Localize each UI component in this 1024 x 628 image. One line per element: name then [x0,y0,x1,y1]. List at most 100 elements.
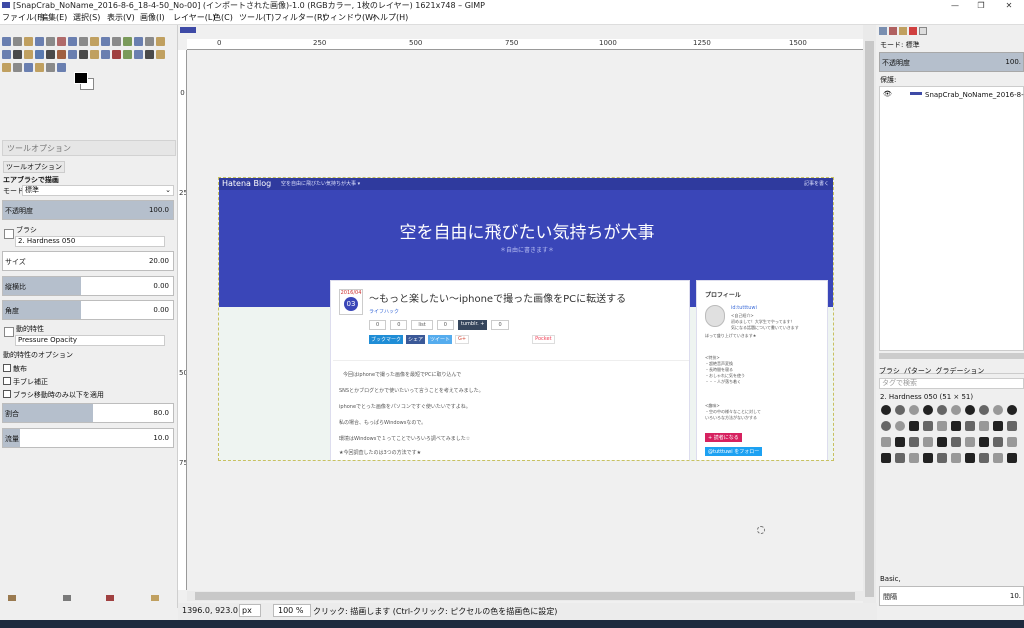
dynamics-field[interactable]: Pressure Opacity [15,335,165,346]
tool-icon-2-4[interactable] [35,50,44,59]
size-slider[interactable]: サイズ 20.00 [2,251,174,271]
canvas-horizontal-scrollbar[interactable] [187,591,863,601]
brush-thumbnail[interactable] [979,421,989,431]
tab-paths-icon[interactable] [899,27,907,35]
brush-thumbnail[interactable] [1007,421,1017,431]
smooth-stroke-checkbox[interactable]: 手ブレ補正 [3,377,48,387]
tool-icon-3-6[interactable] [57,63,66,72]
tool-icon-1-3[interactable] [24,37,33,46]
tab-undo-icon[interactable] [909,27,917,35]
minimize-button[interactable]: — [942,0,968,11]
maximize-button[interactable]: ❐ [968,0,994,11]
opacity-slider[interactable]: 不透明度 100.0 [2,200,174,220]
menu-edit[interactable]: 編集(E) [40,11,67,25]
brush-thumbnail[interactable] [909,453,919,463]
brush-thumbnail[interactable] [937,437,947,447]
brush-thumbnail[interactable] [993,421,1003,431]
brush-thumbnail[interactable] [979,437,989,447]
dynamics-preview-icon[interactable] [4,327,14,337]
tool-icon-2-13[interactable] [134,50,143,59]
layer-opacity-slider[interactable]: 不透明度 100. [879,52,1024,72]
brush-thumbnail[interactable] [1007,453,1017,463]
reset-options-icon[interactable] [151,595,159,601]
menu-file[interactable]: ファイル(F) [2,11,45,25]
dynamics-options-expander[interactable]: 動的特性のオプション [3,350,73,360]
tool-icon-2-12[interactable] [123,50,132,59]
brush-thumbnail[interactable] [937,453,947,463]
canvas-vertical-scrollbar[interactable] [863,25,876,603]
brush-field[interactable]: 2. Hardness 050 [15,236,165,247]
brush-thumbnail[interactable] [937,421,947,431]
brush-thumbnail[interactable] [881,437,891,447]
tab-gradients[interactable]: グラデーション [936,366,985,376]
tool-icon-2-5[interactable] [46,50,55,59]
brush-thumbnail[interactable] [937,405,947,415]
image-tab-thumbnail[interactable] [180,27,196,33]
tool-icon-1-8[interactable] [79,37,88,46]
menu-select[interactable]: 選択(S) [73,11,100,25]
delete-options-icon[interactable] [106,595,114,601]
layer-mode[interactable]: モード: 標準 [880,40,920,50]
vertical-scroll-thumb[interactable] [865,41,874,597]
brush-preview-icon[interactable] [4,229,14,239]
tool-icon-1-5[interactable] [46,37,55,46]
tool-icon-1-13[interactable] [134,37,143,46]
brush-thumbnail[interactable] [881,405,891,415]
tool-icon-1-11[interactable] [112,37,121,46]
brush-thumbnail[interactable] [909,405,919,415]
unit-select[interactable]: px [239,604,261,617]
brush-thumbnail[interactable] [993,453,1003,463]
tool-icon-2-1[interactable] [2,50,11,59]
tool-icon-1-15[interactable] [156,37,165,46]
incremental-checkbox[interactable]: ブラシ移動時のみ以下を適用 [3,390,104,400]
tab-channels-icon[interactable] [889,27,897,35]
brush-thumbnail[interactable] [979,453,989,463]
horizontal-scroll-thumb[interactable] [195,592,855,600]
brush-thumbnail[interactable] [923,437,933,447]
menu-colors[interactable]: 色(C) [213,11,233,25]
tool-icon-2-7[interactable] [68,50,77,59]
brush-thumbnail[interactable] [965,437,975,447]
menu-image[interactable]: 画像(I) [140,11,165,25]
tab-patterns[interactable]: パターン [904,366,932,376]
brushes-grid[interactable] [881,405,1021,485]
zoom-select[interactable]: 100 % [273,604,311,617]
menu-view[interactable]: 表示(V) [107,11,135,25]
tool-icon-2-2[interactable] [13,50,22,59]
brush-thumbnail[interactable] [965,405,975,415]
brush-thumbnail[interactable] [895,421,905,431]
tab-tool-options[interactable]: ツールオプション [3,161,65,173]
tool-icon-3-1[interactable] [2,63,11,72]
tool-icon-2-3[interactable] [24,50,33,59]
brush-thumbnail[interactable] [965,421,975,431]
brush-thumbnail[interactable] [895,405,905,415]
foreground-color-swatch[interactable] [74,72,88,84]
layers-hscroll[interactable] [879,353,1024,359]
tool-icon-1-2[interactable] [13,37,22,46]
brush-thumbnail[interactable] [993,405,1003,415]
menu-filters[interactable]: フィルター(R) [274,11,326,25]
tab-brushes[interactable]: ブラシ [879,366,900,376]
close-button[interactable]: ✕ [996,0,1022,11]
brush-thumbnail[interactable] [895,453,905,463]
aspect-ratio-slider[interactable]: 縦横比 0.00 [2,276,174,296]
tool-icon-1-10[interactable] [101,37,110,46]
save-options-icon[interactable] [8,595,16,601]
restore-options-icon[interactable] [63,595,71,601]
brush-thumbnail[interactable] [895,437,905,447]
tool-icon-1-12[interactable] [123,37,132,46]
menu-windows[interactable]: ウィンドウ(W) [322,11,376,25]
tool-icon-1-6[interactable] [57,37,66,46]
tool-icon-1-7[interactable] [68,37,77,46]
brush-thumbnail[interactable] [951,437,961,447]
brush-thumbnail[interactable] [951,453,961,463]
brush-thumbnail[interactable] [965,453,975,463]
menu-tools[interactable]: ツール(T) [239,11,274,25]
tool-icon-2-14[interactable] [145,50,154,59]
tool-icon-2-9[interactable] [90,50,99,59]
tool-icon-2-6[interactable] [57,50,66,59]
brush-thumbnail[interactable] [993,437,1003,447]
brush-thumbnail[interactable] [951,421,961,431]
brush-spacing-slider[interactable]: 間隔 10. [879,586,1024,606]
brush-thumbnail[interactable] [909,437,919,447]
